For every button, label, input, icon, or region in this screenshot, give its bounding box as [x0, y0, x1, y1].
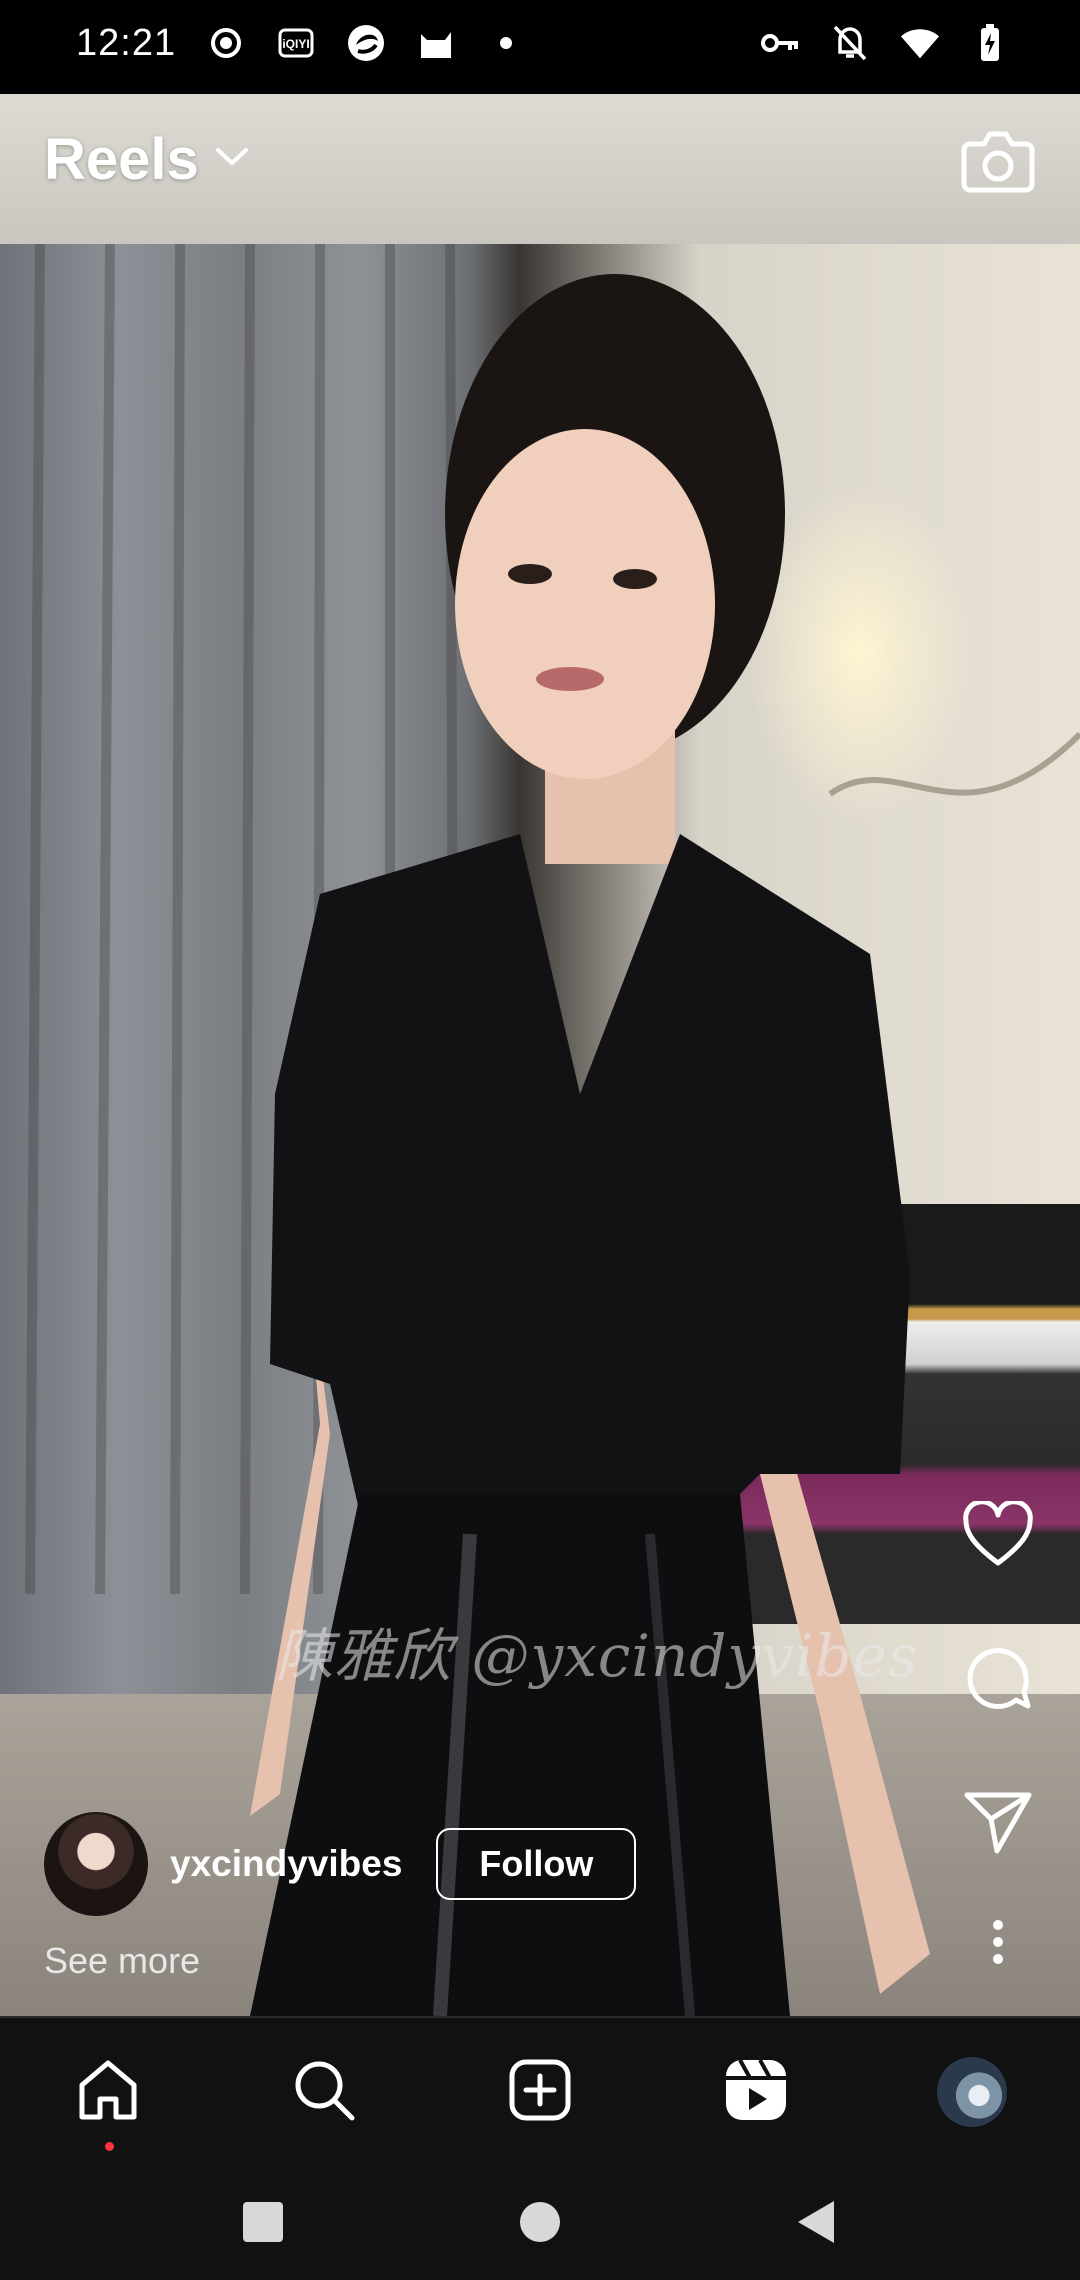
home-circle-icon [519, 2201, 561, 2248]
camera-icon [960, 131, 1036, 202]
record-icon [206, 23, 246, 63]
wifi-icon [900, 23, 940, 63]
avatar[interactable] [44, 1812, 148, 1916]
svg-text:iQIYI: iQIYI [282, 37, 309, 51]
follow-button[interactable]: Follow [436, 1828, 637, 1900]
share-button[interactable] [956, 1782, 1040, 1866]
status-bar: 12:21 iQIYI [0, 0, 1080, 86]
nav-profile[interactable] [936, 2056, 1008, 2128]
video-watermark: 陳雅欣 @yxcindyvibes [275, 1622, 919, 1690]
battery-charging-icon [970, 23, 1010, 63]
recents-button[interactable] [233, 2194, 293, 2254]
reels-title-dropdown[interactable]: Reels [44, 126, 249, 193]
nav-create[interactable] [504, 2056, 576, 2128]
nav-reels[interactable] [720, 2056, 792, 2128]
profile-avatar [937, 2057, 1007, 2127]
browser-icon [346, 23, 386, 63]
create-icon [508, 2058, 572, 2127]
reel-video[interactable]: 陳雅欣 @yxcindyvibes [0, 94, 1080, 2016]
bottom-nav [0, 2016, 1080, 2166]
dot-icon [486, 23, 526, 63]
status-time: 12:21 [76, 21, 177, 64]
home-system-button[interactable] [510, 2194, 570, 2254]
comment-icon [962, 1642, 1034, 1719]
more-button[interactable] [956, 1902, 1040, 1986]
iqiyi-icon: iQIYI [276, 23, 316, 63]
vpn-key-icon [760, 23, 800, 63]
see-more-link[interactable]: See more [44, 1940, 200, 1982]
like-button[interactable] [956, 1494, 1040, 1578]
back-button[interactable] [786, 2194, 846, 2254]
cat-app-icon [416, 23, 456, 63]
reels-icon [724, 2058, 788, 2127]
mute-bell-icon [830, 23, 870, 63]
notification-dot [105, 2142, 114, 2151]
system-nav [0, 2166, 1080, 2280]
nav-home[interactable] [72, 2056, 144, 2151]
nav-search[interactable] [288, 2056, 360, 2128]
chevron-down-icon [215, 147, 249, 172]
video-person [25, 243, 1080, 2016]
author-row: yxcindyvibes Follow [44, 1812, 637, 1916]
search-icon [292, 2058, 356, 2127]
more-vertical-icon [991, 1919, 1005, 1970]
comment-button[interactable] [956, 1638, 1040, 1722]
back-icon [796, 2199, 836, 2250]
camera-button[interactable] [960, 122, 1036, 198]
username[interactable]: yxcindyvibes [170, 1843, 402, 1885]
heart-icon [962, 1498, 1034, 1572]
send-icon [963, 1789, 1033, 1860]
home-icon [76, 2059, 140, 2126]
recents-icon [242, 2201, 284, 2248]
page-title: Reels [44, 127, 199, 192]
